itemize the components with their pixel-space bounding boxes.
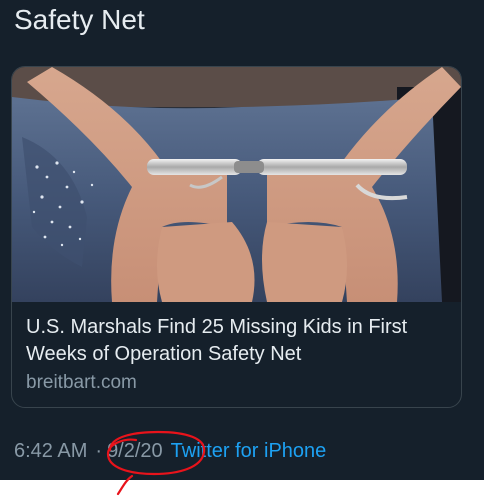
card-image bbox=[12, 67, 461, 302]
link-card[interactable]: U.S. Marshals Find 25 Missing Kids in Fi… bbox=[11, 66, 462, 408]
tweet: Safety Net U.S. Marshals Find 25 Missing… bbox=[0, 0, 484, 480]
tweet-text: Safety Net bbox=[14, 4, 145, 35]
red-circle-annotation bbox=[106, 430, 206, 496]
card-title[interactable]: U.S. Marshals Find 25 Missing Kids in Fi… bbox=[26, 314, 451, 368]
red-circle-stroke bbox=[106, 430, 206, 496]
tweet-time[interactable]: 6:42 AM bbox=[14, 437, 87, 465]
card-domain[interactable]: breitbart.com bbox=[26, 370, 137, 396]
